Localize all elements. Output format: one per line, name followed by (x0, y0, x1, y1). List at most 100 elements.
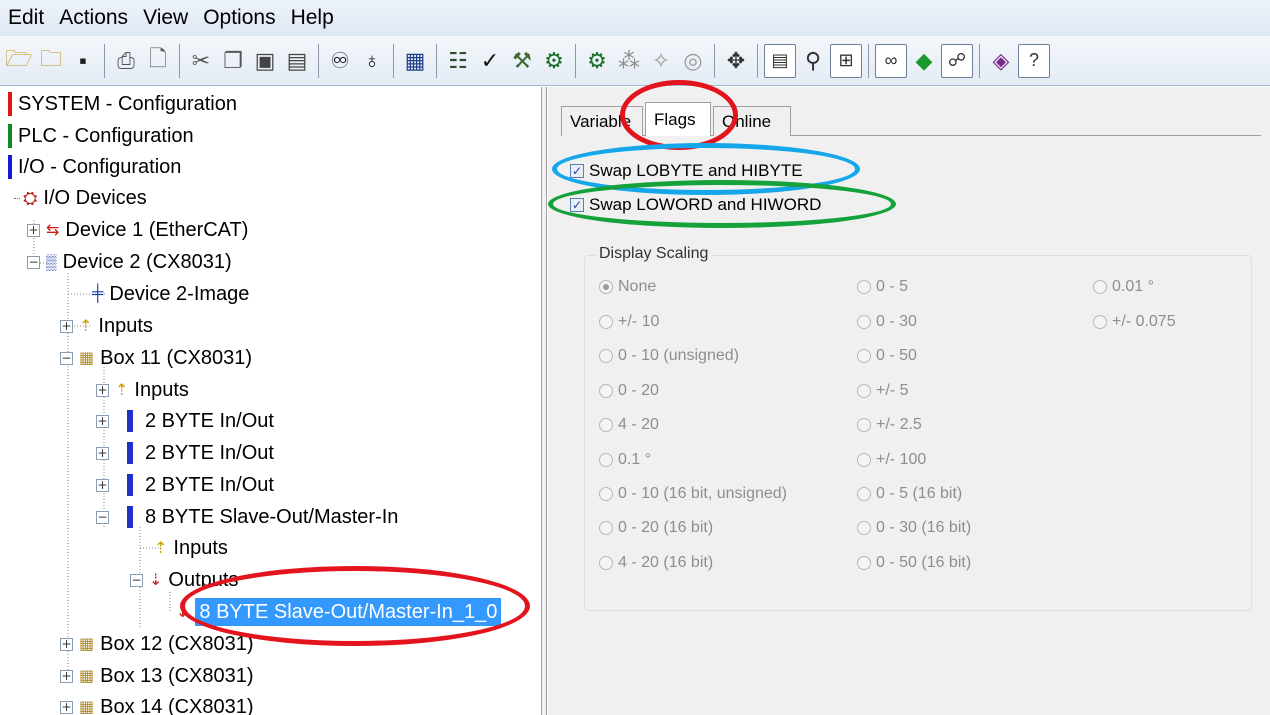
scaling-option[interactable]: 0 - 5 (857, 278, 908, 296)
scaling-option[interactable]: 0 - 50 (857, 347, 917, 365)
expand-icon[interactable]: + (60, 700, 73, 714)
tree-item-io-devices[interactable]: ⛭ I/O Devices (14, 182, 147, 214)
radio-selected-icon[interactable] (599, 280, 613, 294)
radio-icon[interactable] (599, 453, 613, 467)
tree-item-2byte-2[interactable]: + 2 BYTE In/Out (96, 437, 274, 469)
open-icon[interactable]: 🗁 (4, 44, 34, 78)
mapping-icon[interactable]: ☍ (941, 43, 973, 78)
collapse-icon[interactable]: − (130, 573, 143, 587)
scaling-option[interactable]: 0 - 20 (16 bit) (599, 519, 713, 537)
tree-item-box13[interactable]: + ▦ Box 13 (CX8031) (60, 660, 254, 692)
expand-icon[interactable]: + (96, 446, 109, 460)
scaling-option[interactable]: 0 - 5 (16 bit) (857, 485, 962, 503)
scaling-option[interactable]: 0 - 30 (857, 313, 917, 331)
menu-help[interactable]: Help (287, 0, 345, 36)
tree-item-device2[interactable]: − ▒ Device 2 (CX8031) (27, 246, 232, 278)
cut-icon[interactable]: ✂ (186, 44, 216, 78)
scaling-option[interactable]: +/- 5 (857, 382, 908, 400)
radio-icon[interactable] (857, 453, 871, 467)
glasses-icon[interactable]: ∞ (875, 43, 907, 78)
menu-edit[interactable]: Edit (4, 0, 55, 36)
scaling-option[interactable]: 0 - 20 (599, 382, 659, 400)
menu-view[interactable]: View (139, 0, 199, 36)
help-book-icon[interactable]: ◈ (986, 44, 1016, 78)
scaling-option[interactable]: 0 - 10 (unsigned) (599, 347, 739, 365)
tree-item-selected-variable[interactable]: ⇣ 8 BYTE Slave-Out/Master-In_1_0 (176, 596, 502, 628)
tree-item-8byte-inputs[interactable]: ⇡ Inputs (154, 532, 228, 564)
activate-icon[interactable]: ⚙ (539, 44, 569, 78)
plugin-icon[interactable]: ✥ (721, 44, 751, 78)
tree-item-2byte-3[interactable]: + 2 BYTE In/Out (96, 469, 274, 501)
menu-actions[interactable]: Actions (55, 0, 139, 36)
radio-icon[interactable] (599, 384, 613, 398)
tree-item-device1[interactable]: + ⇆ Device 1 (EtherCAT) (27, 214, 248, 246)
tree-item-box11[interactable]: − ▦ Box 11 (CX8031) (60, 342, 252, 374)
print-preview-icon[interactable]: 🗋 (143, 44, 173, 78)
radio-icon[interactable] (599, 418, 613, 432)
help-icon[interactable]: ? (1018, 43, 1050, 78)
build-icon[interactable]: ⚒ (507, 44, 537, 78)
config-icon[interactable]: ⊞ (830, 43, 862, 78)
tree-item-8byte[interactable]: − 8 BYTE Slave-Out/Master-In (96, 501, 398, 533)
network-icon[interactable]: ☷ (443, 44, 473, 78)
find-icon[interactable]: ♾ (325, 44, 355, 78)
tree-item-box14[interactable]: + ▦ Box 14 (CX8031) (60, 691, 254, 715)
expand-icon[interactable]: + (96, 383, 109, 397)
save-icon[interactable]: ▪ (68, 44, 98, 78)
tree-item-box12[interactable]: + ▦ Box 12 (CX8031) (60, 628, 254, 660)
radio-icon[interactable] (857, 315, 871, 329)
radio-icon[interactable] (599, 521, 613, 535)
find-next-icon[interactable]: ♁ (357, 44, 387, 78)
collapse-icon[interactable]: − (60, 351, 73, 365)
radio-icon[interactable] (599, 349, 613, 363)
radio-icon[interactable] (1093, 280, 1107, 294)
print-icon[interactable]: ⎙ (111, 44, 141, 78)
radio-icon[interactable] (857, 487, 871, 501)
tab-variable[interactable]: Variable (561, 106, 643, 136)
scaling-option[interactable]: +/- 10 (599, 313, 659, 331)
tab-flags[interactable]: Flags (645, 102, 711, 136)
copy-icon[interactable]: ❐ (218, 44, 248, 78)
tree-item-device2-image[interactable]: ╪ Device 2-Image (92, 278, 249, 310)
tree-item-io[interactable]: I/O - Configuration (8, 151, 181, 183)
radio-icon[interactable] (599, 487, 613, 501)
scaling-option[interactable]: None (599, 278, 656, 296)
checkbox-checked-icon[interactable]: ✓ (570, 198, 584, 212)
tree-item-system[interactable]: SYSTEM - Configuration (8, 88, 237, 120)
collapse-icon[interactable]: − (27, 255, 40, 269)
radio-icon[interactable] (599, 315, 613, 329)
scaling-option[interactable]: 0 - 30 (16 bit) (857, 519, 971, 537)
splitter[interactable] (541, 87, 547, 715)
tree-item-plc[interactable]: PLC - Configuration (8, 120, 194, 152)
expand-icon[interactable]: + (96, 478, 109, 492)
swap-words-checkbox[interactable]: ✓ Swap LOWORD and HIWORD (570, 195, 821, 215)
scaling-option[interactable]: +/- 0.075 (1093, 313, 1176, 331)
tree-item-box11-inputs[interactable]: + ⇡ Inputs (96, 374, 189, 406)
paste-icon[interactable]: ▣ (250, 44, 280, 78)
scaling-option[interactable]: 4 - 20 (599, 416, 659, 434)
expand-icon[interactable]: + (60, 669, 73, 683)
scaling-option[interactable]: 0.1 ° (599, 451, 651, 469)
radio-icon[interactable] (857, 384, 871, 398)
expand-icon[interactable]: + (60, 319, 73, 333)
paste-with-links-icon[interactable]: ▤ (282, 44, 312, 78)
checkbox-checked-icon[interactable]: ✓ (570, 164, 584, 178)
tab-online[interactable]: Online (713, 106, 791, 136)
scan-icon[interactable]: ⁂ (614, 44, 644, 78)
tree-item-2byte-1[interactable]: + 2 BYTE In/Out (96, 405, 274, 437)
check-icon[interactable]: ✓ (475, 44, 505, 78)
target-icon[interactable]: ◎ (678, 44, 708, 78)
expand-icon[interactable]: + (27, 223, 40, 237)
radio-icon[interactable] (599, 556, 613, 570)
scaling-option[interactable]: 4 - 20 (16 bit) (599, 554, 713, 572)
scaling-option[interactable]: 0 - 50 (16 bit) (857, 554, 971, 572)
restart-icon[interactable]: ⚙ (582, 44, 612, 78)
wand-icon[interactable]: ✧ (646, 44, 676, 78)
scaling-option[interactable]: 0 - 10 (16 bit, unsigned) (599, 485, 787, 503)
radio-icon[interactable] (857, 280, 871, 294)
open-project-icon[interactable]: 🗀 (36, 44, 66, 78)
expand-icon[interactable]: + (60, 637, 73, 651)
radio-icon[interactable] (1093, 315, 1107, 329)
radio-icon[interactable] (857, 521, 871, 535)
scaling-option[interactable]: +/- 2.5 (857, 416, 922, 434)
